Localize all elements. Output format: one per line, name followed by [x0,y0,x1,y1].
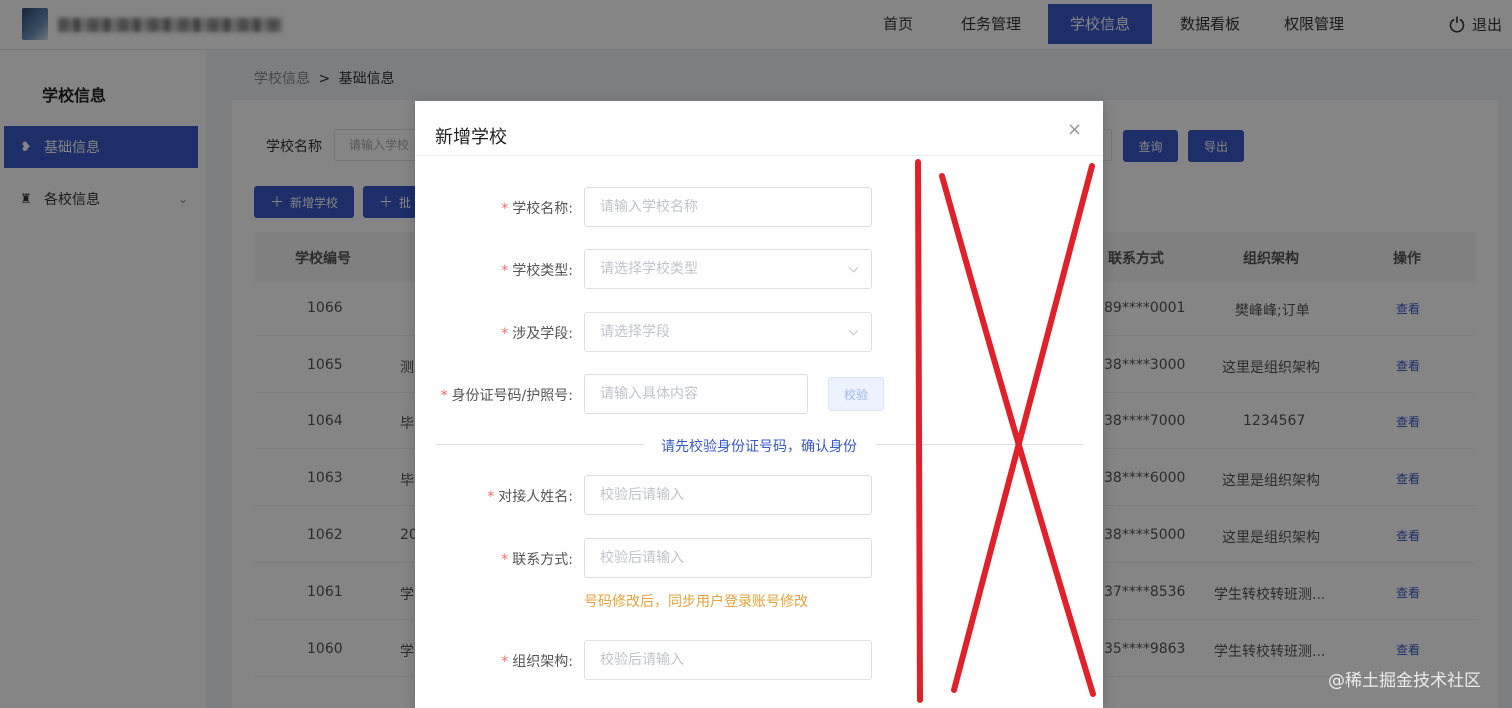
school-type-select[interactable]: 请选择学校类型 [584,249,872,289]
verify-divider-left [435,444,645,445]
dialog-header-divider [415,155,1103,156]
field-label-school-stage: * 涉及学段: [501,326,573,342]
close-icon[interactable]: × [1067,119,1082,140]
id-number-input[interactable]: 请输入具体内容 [584,374,808,414]
field-label-phone: * 联系方式: [501,552,573,568]
phone-change-hint: 号码修改后，同步用户登录账号修改 [584,594,808,610]
field-label-id-number: * 身份证号码/护照号: [440,388,573,404]
phone-input[interactable]: 校验后请输入 [584,538,872,578]
school-name-input[interactable]: 请输入学校名称 [584,187,872,227]
dialog-title: 新增学校 [435,127,507,148]
watermark: @稀土掘金技术社区 [1328,671,1481,691]
field-label-school-type: * 学校类型: [501,263,573,279]
contact-name-input[interactable]: 校验后请输入 [584,475,872,515]
verify-button[interactable]: 校验 [828,377,884,411]
school-stage-select[interactable]: 请选择学段 [584,312,872,352]
org-input[interactable]: 校验后请输入 [584,640,872,680]
verify-instruction: 请先校验身份证号码，确认身份 [661,439,857,455]
verify-divider-right [875,444,1083,445]
field-label-org: * 组织架构: [501,654,573,670]
field-label-school-name: * 学校名称: [501,201,573,217]
add-school-dialog: 新增学校 × * 学校名称: 请输入学校名称 * 学校类型: 请选择学校类型 * 涉及… [415,101,1103,708]
field-label-contact-name: * 对接人姓名: [487,489,573,505]
